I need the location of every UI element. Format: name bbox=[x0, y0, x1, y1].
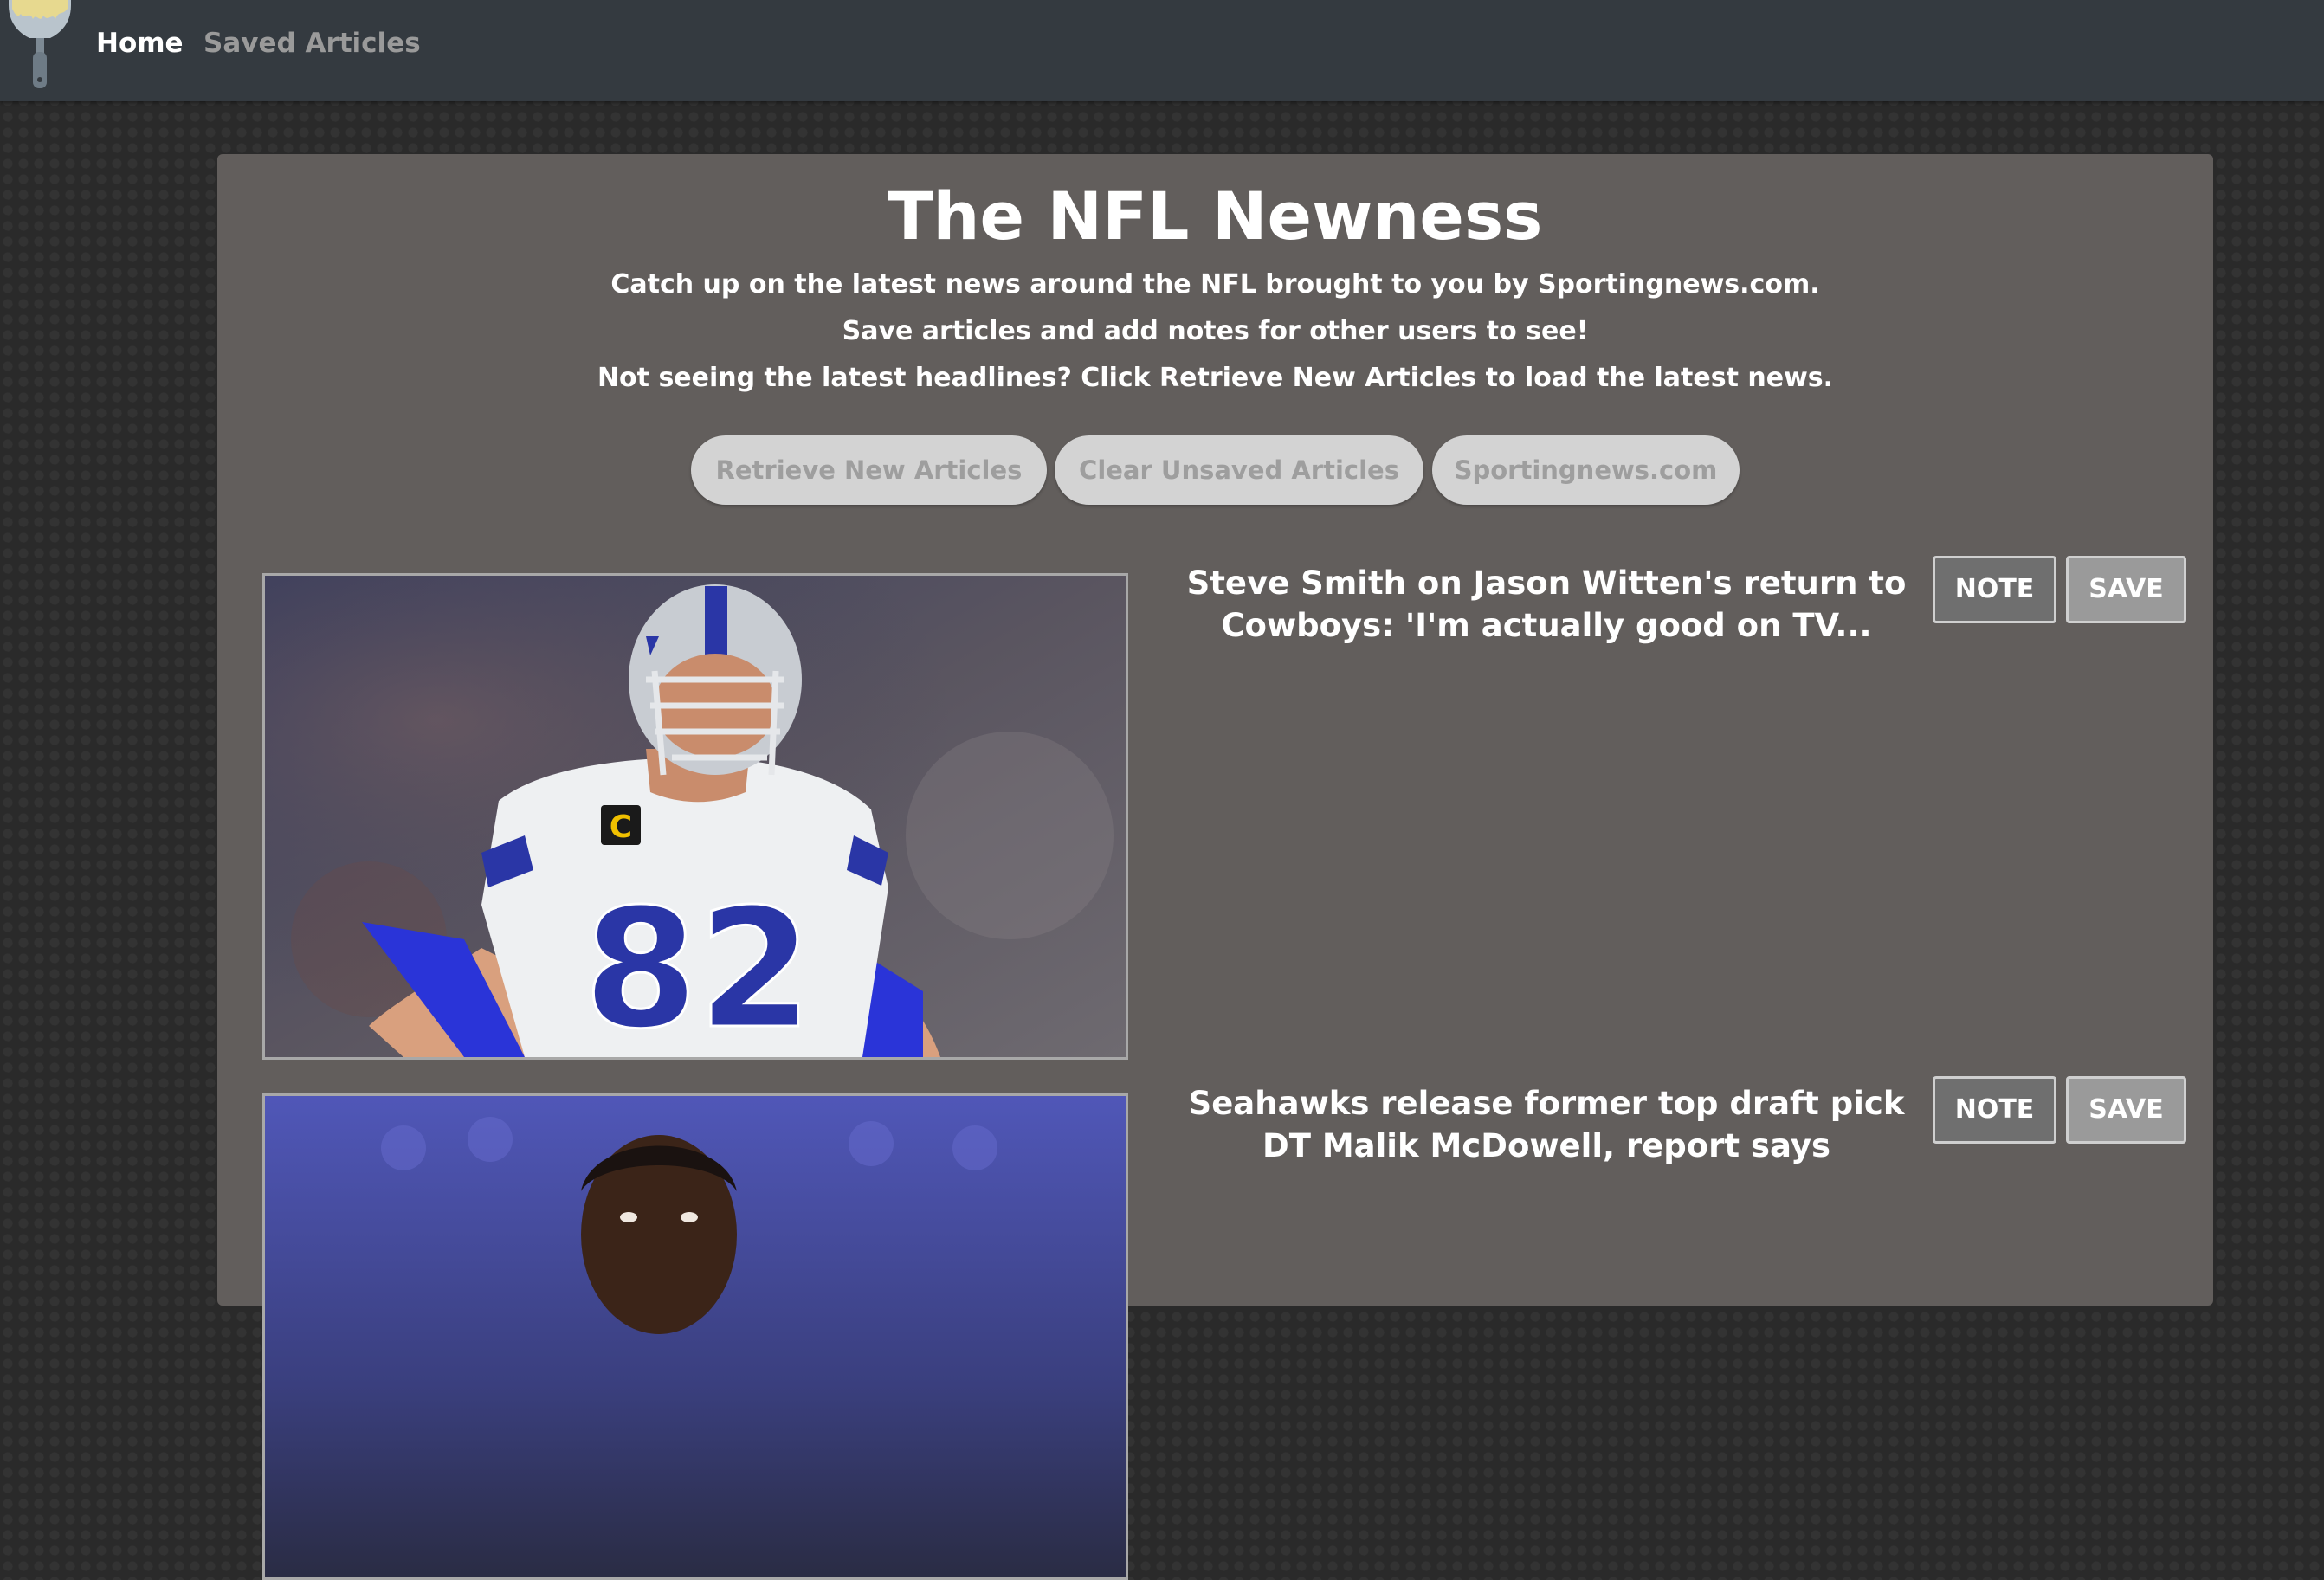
svg-text:82: 82 bbox=[584, 874, 812, 1057]
intro-line-3: Not seeing the latest headlines? Click R… bbox=[597, 363, 1834, 393]
intro-line-1: Catch up on the latest news around the N… bbox=[610, 269, 1820, 300]
nav-home-link[interactable]: Home bbox=[96, 26, 184, 61]
article-card: Seahawks release former top draft pick D… bbox=[217, 1076, 2213, 1580]
save-button[interactable]: SAVE bbox=[2066, 1076, 2186, 1144]
football-player-photo bbox=[265, 1096, 1126, 1577]
brand-logo[interactable] bbox=[7, 0, 73, 90]
article-headline-link[interactable]: Seahawks release former top draft pick D… bbox=[1165, 1082, 1927, 1167]
article-headline-link[interactable]: Steve Smith on Jason Witten's return to … bbox=[1165, 562, 1927, 647]
scraper-icon bbox=[9, 0, 71, 88]
clear-unsaved-articles-button[interactable]: Clear Unsaved Articles bbox=[1055, 435, 1423, 505]
nav-saved-articles-link[interactable]: Saved Articles bbox=[203, 26, 421, 61]
article-image[interactable] bbox=[262, 1093, 1128, 1580]
save-button[interactable]: SAVE bbox=[2066, 556, 2186, 623]
navbar: Home Saved Articles bbox=[0, 0, 2324, 101]
note-button[interactable]: NOTE bbox=[1933, 556, 2056, 623]
note-button[interactable]: NOTE bbox=[1933, 1076, 2056, 1144]
svg-text:C: C bbox=[610, 809, 632, 845]
article-image[interactable]: 82 C bbox=[262, 573, 1128, 1060]
main-panel: The NFL Newness Catch up on the latest n… bbox=[217, 154, 2213, 1580]
retrieve-new-articles-button[interactable]: Retrieve New Articles bbox=[691, 435, 1047, 505]
football-player-photo: 82 C bbox=[265, 576, 1126, 1057]
page-title: The NFL Newness bbox=[888, 177, 1543, 255]
article-card: 82 C Steve Smith on Jason Witten's retur… bbox=[217, 556, 2213, 1060]
intro-line-2: Save articles and add notes for other us… bbox=[842, 316, 1589, 346]
sportingnews-link-button[interactable]: Sportingnews.com bbox=[1432, 435, 1740, 505]
